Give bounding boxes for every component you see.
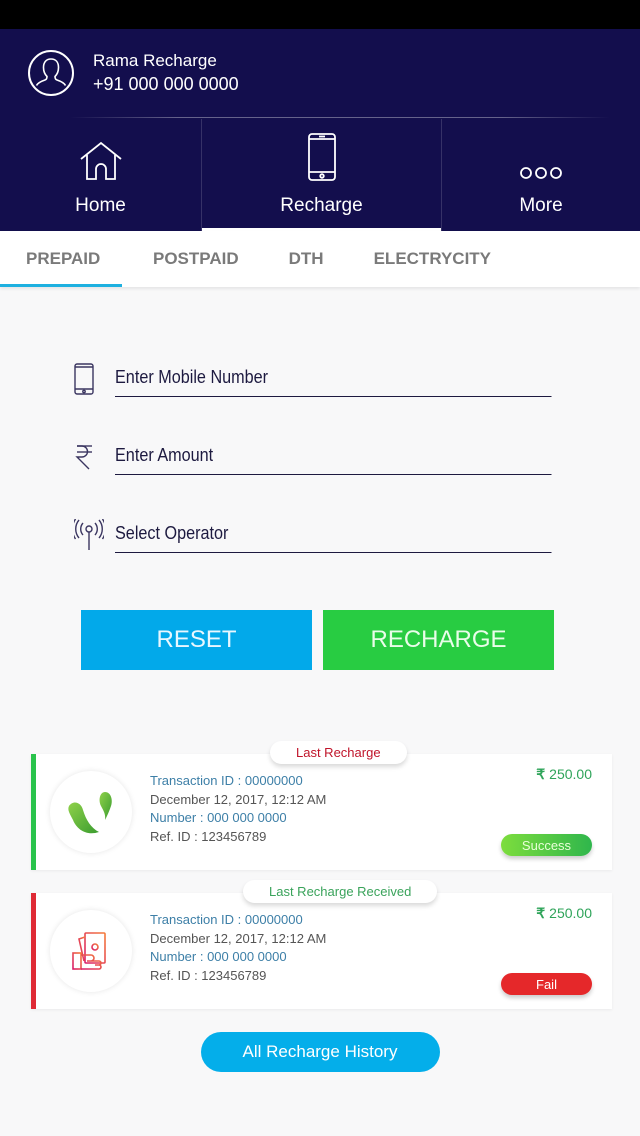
status-badge: Success bbox=[501, 834, 592, 856]
mobile-number-field bbox=[74, 357, 552, 397]
transaction-date: December 12, 2017, 12:12 AM bbox=[150, 791, 327, 807]
amount-value: 250.00 bbox=[549, 905, 592, 921]
header-divider bbox=[70, 117, 610, 118]
transaction-date: December 12, 2017, 12:12 AM bbox=[150, 930, 327, 946]
reset-button[interactable]: RESET bbox=[81, 610, 312, 670]
transaction-card[interactable]: Last Recharge Transaction ID : 00000000 … bbox=[31, 741, 612, 870]
tab-prepaid[interactable]: PREPAID bbox=[0, 231, 122, 287]
transaction-id: Transaction ID : 00000000 bbox=[150, 912, 303, 927]
operator-field bbox=[74, 513, 552, 553]
amount-value: 250.00 bbox=[549, 766, 592, 782]
transaction-number: Number : 000 000 0000 bbox=[150, 810, 287, 825]
all-recharge-history-button[interactable]: All Recharge History bbox=[200, 1032, 440, 1072]
operator-select[interactable] bbox=[115, 519, 552, 553]
rupee-icon: ₹ bbox=[536, 905, 546, 921]
recharge-form bbox=[0, 287, 640, 553]
tab-postpaid[interactable]: POSTPAID bbox=[122, 231, 264, 287]
transaction-amount: ₹250.00 bbox=[536, 905, 592, 922]
tab-dth[interactable]: DTH bbox=[264, 231, 349, 287]
recharge-button[interactable]: RECHARGE bbox=[323, 610, 554, 670]
nav-item-more[interactable]: More bbox=[442, 119, 640, 231]
transaction-ref: Ref. ID : 123456789 bbox=[150, 828, 267, 844]
main-nav: Home Recharge More bbox=[0, 119, 640, 231]
card-badge: Last Recharge bbox=[270, 741, 407, 764]
nav-label-more: More bbox=[519, 195, 563, 216]
amount-field bbox=[74, 435, 552, 475]
amount-input[interactable] bbox=[115, 441, 552, 475]
card-badge: Last Recharge Received bbox=[243, 880, 438, 903]
more-dots-icon bbox=[519, 119, 563, 181]
transaction-number: Number : 000 000 0000 bbox=[150, 949, 287, 964]
nav-label-home: Home bbox=[75, 195, 126, 216]
signal-tower-icon bbox=[74, 517, 115, 553]
transaction-card[interactable]: Last Recharge Received Transaction ID: … bbox=[31, 880, 612, 1009]
user-avatar-icon bbox=[28, 50, 74, 96]
status-bar bbox=[0, 0, 640, 29]
nav-item-recharge[interactable]: Recharge bbox=[202, 119, 442, 231]
mobile-phone-icon bbox=[74, 361, 115, 397]
history-section: All Recharge History bbox=[0, 1032, 640, 1072]
transaction-ref: Ref. ID : 123456789 bbox=[150, 967, 267, 983]
tab-electricity[interactable]: ELECTRYCITY bbox=[349, 231, 516, 287]
user-name: Rama Recharge bbox=[93, 51, 217, 70]
app-header: Rama Recharge +91 000 000 0000 Home Rech… bbox=[0, 29, 640, 231]
mobile-number-input[interactable] bbox=[115, 363, 552, 397]
rupee-icon: ₹ bbox=[536, 766, 546, 782]
nav-item-home[interactable]: Home bbox=[0, 119, 202, 231]
recharge-type-tabs: PREPAID POSTPAID DTH ELECTRYCITY bbox=[0, 231, 640, 287]
user-phone: +91 000 000 0000 bbox=[93, 74, 239, 94]
transaction-id: Transaction ID : 00000000 bbox=[150, 773, 303, 788]
nav-label-recharge: Recharge bbox=[280, 195, 363, 216]
operator-logo-icon bbox=[50, 771, 132, 853]
home-icon bbox=[79, 119, 123, 181]
form-actions: RESET RECHARGE bbox=[0, 591, 640, 670]
mobile-phone-icon bbox=[307, 119, 336, 181]
rupee-icon bbox=[74, 439, 115, 475]
status-badge: Fail bbox=[501, 973, 592, 995]
transaction-amount: ₹250.00 bbox=[536, 766, 592, 783]
user-profile[interactable]: Rama Recharge +91 000 000 0000 bbox=[0, 29, 640, 117]
money-hand-icon bbox=[50, 910, 132, 992]
recent-transactions: Last Recharge Transaction ID : 00000000 … bbox=[0, 670, 640, 1009]
